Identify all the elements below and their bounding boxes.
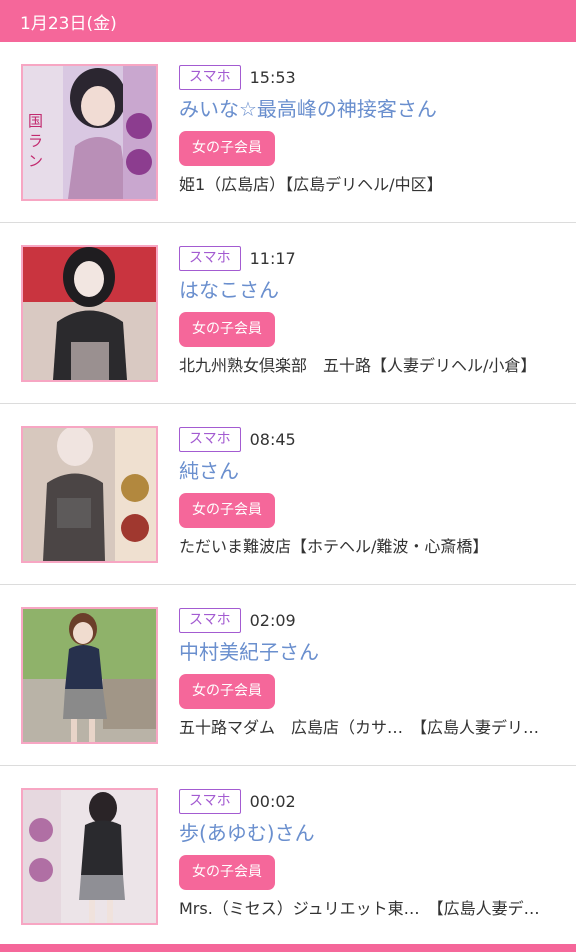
post-time: 11:17 — [249, 248, 296, 268]
thumbnail-image — [23, 609, 156, 742]
post-time: 08:45 — [249, 429, 296, 449]
thumbnail-image: 国 ラ ン — [23, 66, 156, 199]
device-badge: スマホ — [179, 64, 241, 90]
date-label: 1月23日(金) — [20, 14, 117, 34]
date-header: 1月23日(金) — [0, 0, 576, 42]
svg-text:ラ: ラ — [28, 132, 43, 150]
list-item[interactable]: スマホ 11:17 はなこさん 女の子会員 北九州熟女倶楽部 五十路【人妻デリヘ… — [0, 223, 576, 404]
list-item[interactable]: スマホ 00:02 歩(あゆむ)さん 女の子会員 Mrs.（ミセス）ジュリエット… — [0, 766, 576, 947]
entry-info: スマホ 11:17 はなこさん 女の子会員 北九州熟女倶楽部 五十路【人妻デリヘ… — [179, 245, 566, 377]
member-badge: 女の子会員 — [179, 493, 275, 528]
device-badge: スマホ — [179, 788, 241, 814]
post-time: 15:53 — [249, 67, 296, 87]
member-badge: 女の子会員 — [179, 312, 275, 347]
profile-thumbnail[interactable]: 国 ラ ン — [21, 64, 158, 201]
profile-thumbnail[interactable] — [21, 426, 158, 563]
list-item[interactable]: 国 ラ ン スマホ 15:53 みいな☆最高峰の神接客さん 女の子会員 姫1（広… — [0, 42, 576, 223]
member-badge: 女の子会員 — [179, 674, 275, 709]
girl-name-link[interactable]: みいな☆最高峰の神接客さん — [179, 96, 566, 123]
thumbnail-image — [23, 247, 156, 380]
member-badge: 女の子会員 — [179, 855, 275, 890]
girl-name-link[interactable]: 純さん — [179, 458, 566, 485]
svg-text:国: 国 — [28, 112, 43, 130]
girl-name-link[interactable]: 中村美紀子さん — [179, 639, 566, 666]
shop-name[interactable]: 北九州熟女倶楽部 五十路【人妻デリヘル/小倉】 — [179, 355, 566, 377]
device-badge: スマホ — [179, 426, 241, 452]
svg-text:ン: ン — [28, 152, 43, 170]
post-time: 00:02 — [249, 791, 296, 811]
girl-name-link[interactable]: 歩(あゆむ)さん — [179, 820, 566, 847]
profile-thumbnail[interactable] — [21, 788, 158, 925]
bottom-bar — [0, 944, 576, 952]
shop-name[interactable]: Mrs.（ミセス）ジュリエット東… 【広島人妻デ… — [179, 898, 566, 920]
thumbnail-image — [23, 428, 156, 561]
profile-thumbnail[interactable] — [21, 245, 158, 382]
device-badge: スマホ — [179, 245, 241, 271]
member-badge: 女の子会員 — [179, 131, 275, 166]
shop-name[interactable]: ただいま難波店【ホテヘル/難波・心斎橋】 — [179, 536, 566, 558]
shop-name[interactable]: 五十路マダム 広島店（カサ… 【広島人妻デリ… — [179, 717, 566, 739]
device-badge: スマホ — [179, 607, 241, 633]
list-item[interactable]: スマホ 02:09 中村美紀子さん 女の子会員 五十路マダム 広島店（カサ… 【… — [0, 585, 576, 766]
entry-info: スマホ 15:53 みいな☆最高峰の神接客さん 女の子会員 姫1（広島店）【広島… — [179, 64, 566, 196]
entry-info: スマホ 02:09 中村美紀子さん 女の子会員 五十路マダム 広島店（カサ… 【… — [179, 607, 566, 739]
thumbnail-image — [23, 790, 156, 923]
list-item[interactable]: スマホ 08:45 純さん 女の子会員 ただいま難波店【ホテヘル/難波・心斎橋】 — [0, 404, 576, 585]
post-time: 02:09 — [249, 610, 296, 630]
girl-name-link[interactable]: はなこさん — [179, 277, 566, 304]
profile-thumbnail[interactable] — [21, 607, 158, 744]
entry-info: スマホ 00:02 歩(あゆむ)さん 女の子会員 Mrs.（ミセス）ジュリエット… — [179, 788, 566, 920]
shop-name[interactable]: 姫1（広島店）【広島デリヘル/中区】 — [179, 174, 566, 196]
entry-info: スマホ 08:45 純さん 女の子会員 ただいま難波店【ホテヘル/難波・心斎橋】 — [179, 426, 566, 558]
diary-list: 国 ラ ン スマホ 15:53 みいな☆最高峰の神接客さん 女の子会員 姫1（広… — [0, 42, 576, 947]
